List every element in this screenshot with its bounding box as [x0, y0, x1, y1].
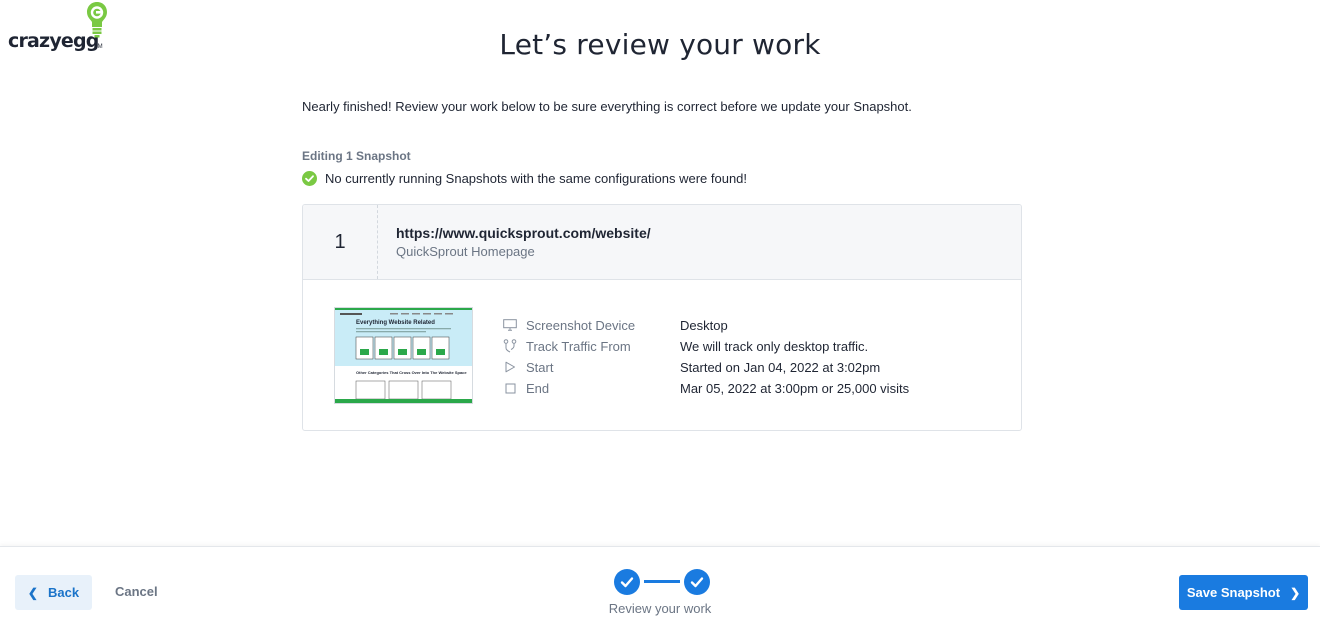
detail-row-start: Start Started on Jan 04, 2022 at 3:02pm [503, 357, 1003, 377]
chevron-left-icon: ❮ [27, 585, 38, 600]
monitor-icon [503, 318, 517, 332]
chevron-right-icon: ❯ [1290, 585, 1301, 600]
snapshot-name: QuickSprout Homepage [396, 244, 535, 259]
detail-label: End [526, 380, 550, 396]
detail-value: Mar 05, 2022 at 3:00pm or 25,000 visits [680, 380, 910, 396]
detail-row-end: End Mar 05, 2022 at 3:00pm or 25,000 vis… [503, 378, 1003, 398]
detail-label: Track Traffic From [526, 338, 631, 354]
current-step-label: Review your work [608, 601, 712, 616]
page-title: Let’s review your work [499, 28, 821, 61]
save-button-label: Save Snapshot [1186, 585, 1281, 600]
detail-value: We will track only desktop traffic. [680, 338, 869, 354]
validation-status: No currently running Snapshots with the … [302, 171, 747, 186]
snapshot-card: 1 https://www.quicksprout.com/website/ Q… [302, 204, 1022, 431]
thumbnail-heading: Everything Website Related [356, 320, 435, 326]
thumbnail-preview: Everything Website Related Other Categor… [335, 308, 472, 403]
editing-count-label: Editing 1 Snapshot [302, 149, 411, 163]
save-snapshot-button[interactable]: Save Snapshot ❯ [1179, 575, 1308, 610]
detail-value: Started on Jan 04, 2022 at 3:02pm [680, 359, 881, 375]
detail-label: Screenshot Device [526, 317, 636, 333]
detail-row-device: Screenshot Device Desktop [503, 315, 1003, 335]
step-complete-icon [614, 569, 640, 595]
detail-value: Desktop [680, 317, 728, 333]
snapshot-index: 1 [303, 205, 378, 279]
thumbnail-subheading: Other Categories That Cross Over Into Th… [356, 370, 467, 375]
detail-row-traffic: Track Traffic From We will track only de… [503, 336, 1003, 356]
wizard-footer: ❮ Back Cancel Review your work Save Snap… [0, 546, 1320, 631]
traffic-split-icon [503, 339, 517, 353]
cancel-button[interactable]: Cancel [115, 584, 158, 599]
detail-label: Start [526, 359, 554, 375]
step-connector [644, 580, 680, 583]
wizard-progress [614, 569, 710, 595]
snapshot-thumbnail: Everything Website Related Other Categor… [334, 307, 473, 404]
status-message: No currently running Snapshots with the … [325, 171, 748, 186]
snapshot-url: https://www.quicksprout.com/website/ [396, 225, 651, 241]
back-button-label: Back [47, 585, 80, 600]
step-complete-icon [684, 569, 710, 595]
snapshot-card-header: 1 https://www.quicksprout.com/website/ Q… [303, 205, 1021, 280]
check-circle-icon [302, 171, 317, 186]
intro-text: Nearly finished! Review your work below … [302, 99, 912, 114]
play-icon [503, 360, 517, 374]
stop-icon [503, 381, 517, 395]
